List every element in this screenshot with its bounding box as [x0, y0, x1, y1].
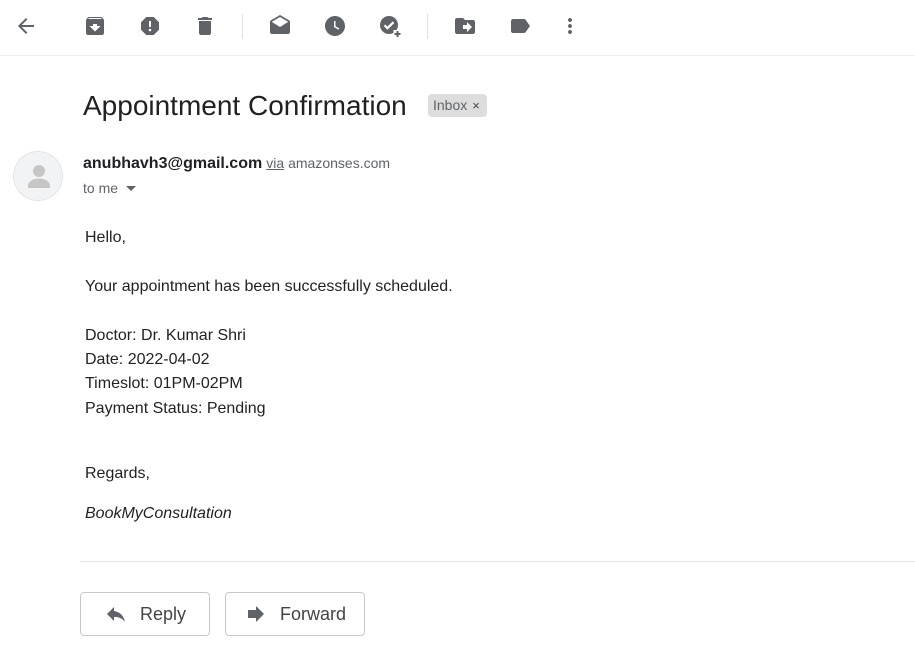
toolbar-separator — [242, 14, 243, 39]
snooze-button[interactable] — [317, 8, 353, 44]
to-me-text: to me — [83, 180, 119, 196]
sender-email[interactable]: anubhavh3@gmail.com — [83, 155, 262, 172]
toolbar-separator — [427, 14, 428, 39]
label-chip-text: Inbox — [433, 97, 468, 113]
archive-button[interactable] — [77, 8, 113, 44]
report-spam-icon — [141, 17, 159, 35]
reply-icon — [106, 607, 125, 622]
sender-line: anubhavh3@gmail.com via amazonses.com — [83, 153, 390, 174]
reply-button[interactable]: Reply — [80, 592, 210, 636]
mark-unread-icon — [270, 15, 290, 34]
caret-down-icon — [126, 186, 137, 191]
move-to-button[interactable] — [447, 8, 483, 44]
remove-label-icon[interactable]: × — [472, 94, 480, 117]
body-regards: Regards, — [85, 465, 150, 482]
reply-label: Reply — [139, 603, 187, 624]
label-button[interactable] — [502, 8, 538, 44]
body-message: Your appointment has been successfully s… — [85, 278, 453, 295]
add-to-tasks-icon — [380, 16, 402, 38]
back-arrow-icon — [18, 18, 34, 34]
via-domain: amazonses.com — [288, 155, 391, 171]
more-vert-icon — [568, 18, 572, 34]
snooze-icon — [325, 16, 345, 36]
body-payment-status: Payment Status: Pending — [85, 400, 266, 417]
body-greeting: Hello, — [85, 229, 126, 246]
inbox-label-chip[interactable]: Inbox × — [428, 94, 487, 117]
body-timeslot: Timeslot: 01PM-02PM — [85, 375, 243, 392]
forward-icon — [247, 606, 264, 622]
sender-avatar[interactable] — [13, 151, 63, 201]
forward-button[interactable]: Forward — [225, 592, 365, 636]
recipients-toggle[interactable]: to me — [83, 179, 137, 197]
label-icon — [511, 19, 530, 33]
add-to-tasks-button[interactable] — [372, 8, 408, 44]
body-doctor: Doctor: Dr. Kumar Shri — [85, 327, 246, 344]
forward-label: Forward — [279, 603, 346, 624]
delete-icon — [198, 17, 212, 35]
mark-unread-button[interactable] — [262, 8, 298, 44]
more-options-button[interactable] — [552, 8, 588, 44]
via-link[interactable]: via — [266, 155, 284, 171]
body-signature: BookMyConsultation — [85, 505, 232, 522]
divider — [80, 561, 915, 562]
message-toolbar — [0, 0, 915, 56]
body-date: Date: 2022-04-02 — [85, 351, 210, 368]
back-button[interactable] — [8, 8, 44, 44]
archive-icon — [86, 17, 104, 35]
delete-button[interactable] — [187, 8, 223, 44]
email-subject: Appointment Confirmation — [83, 90, 407, 121]
move-to-icon — [455, 18, 475, 34]
person-icon — [28, 165, 50, 188]
report-spam-button[interactable] — [132, 8, 168, 44]
